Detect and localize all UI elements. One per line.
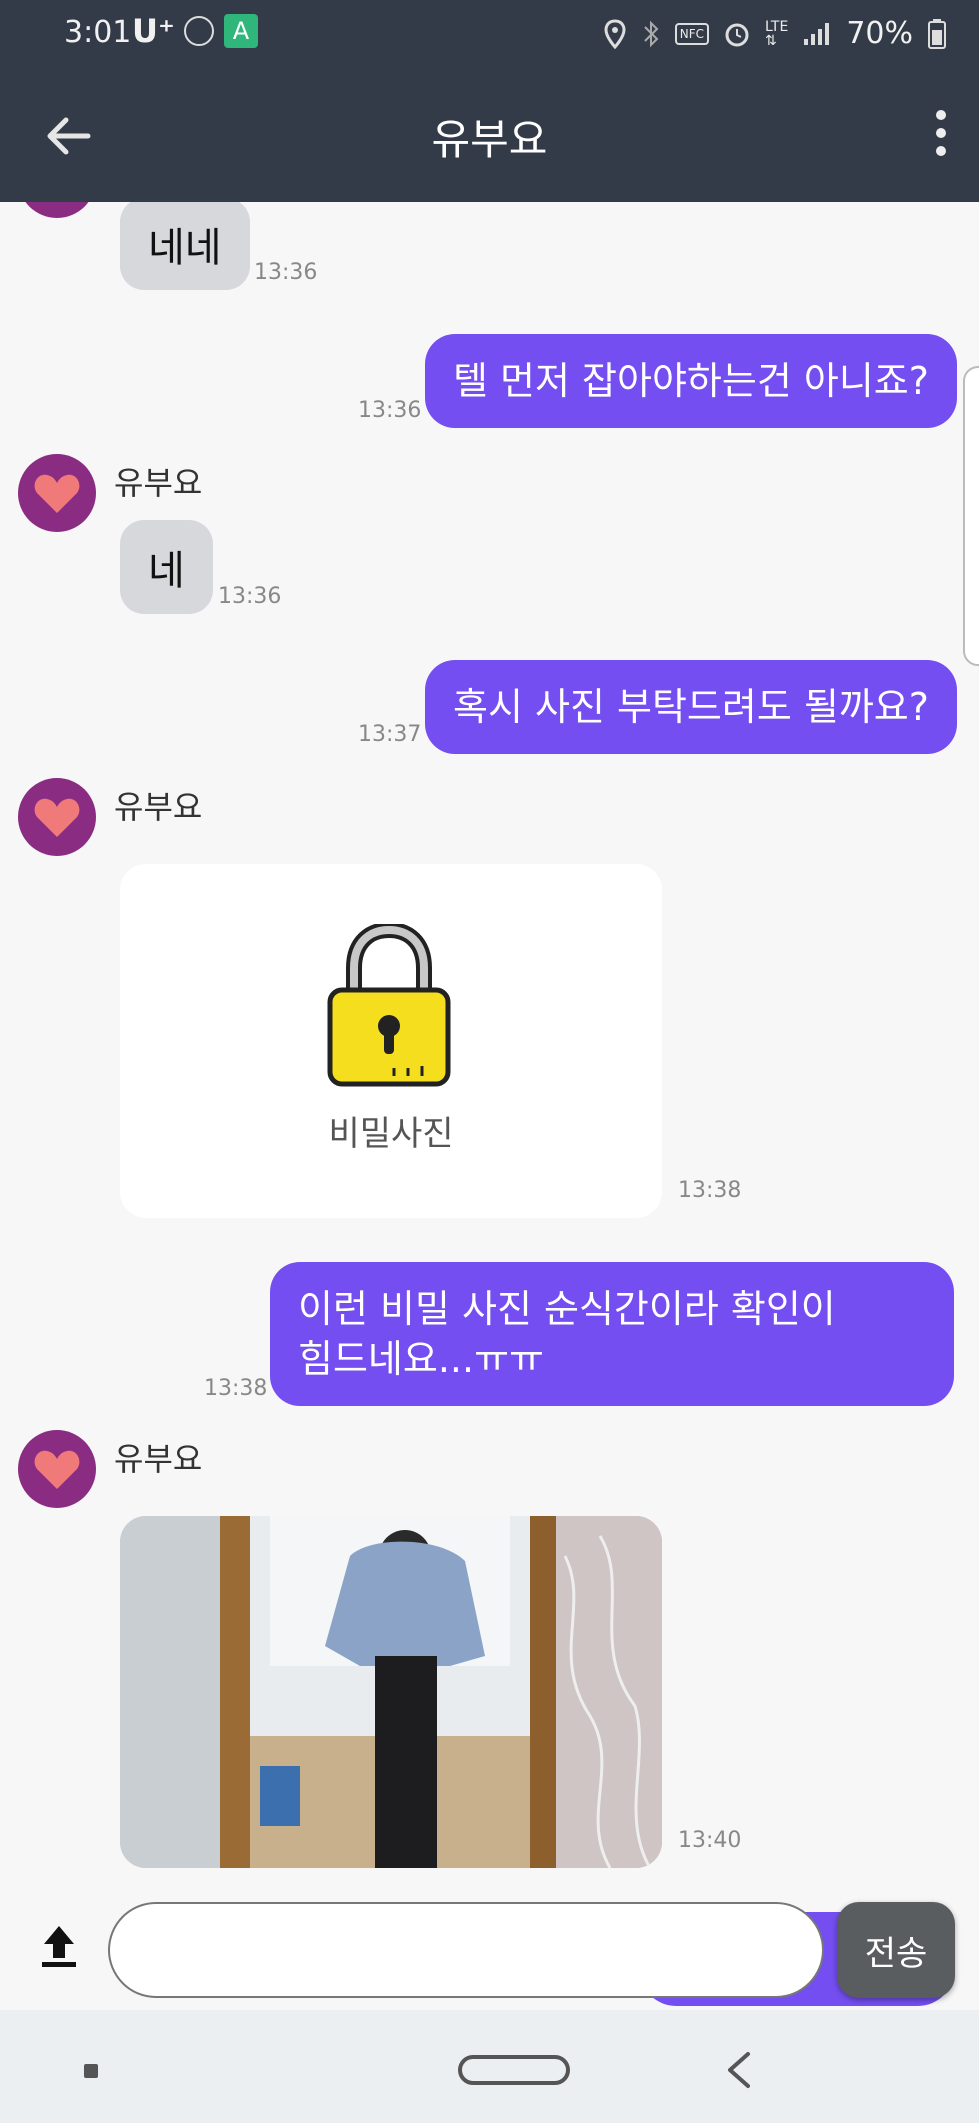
app-notification-icon: A — [224, 14, 258, 48]
status-bar: 3:01 U⁺ A NFC LTE ⇅ 70% — [0, 0, 979, 66]
avatar[interactable] — [18, 454, 96, 532]
message-list[interactable]: 네네 13:36 텔 먼저 잡아야하는건 아니죠? 13:36 유부요 네 13… — [0, 202, 979, 1902]
alarm-icon — [725, 23, 749, 46]
sender-name: 유부요 — [114, 464, 203, 502]
incoming-message: 네 — [120, 520, 213, 614]
message-input-bar: 전송 — [0, 1880, 979, 2010]
sender-name: 유부요 — [114, 1440, 203, 1478]
incoming-message: 네네 — [120, 202, 250, 290]
outgoing-message: 혹시 사진 부탁드려도 될까요? — [425, 660, 957, 754]
bluetooth-icon — [644, 20, 659, 47]
chat-header: 유부요 — [0, 66, 979, 202]
nav-back-icon[interactable] — [720, 2050, 760, 2090]
more-options-icon[interactable] — [931, 110, 951, 162]
sender-name: 유부요 — [114, 788, 203, 826]
message-line: 이런 비밀 사진 순식간이라 확인이 — [298, 1287, 836, 1331]
avatar[interactable] — [18, 778, 96, 856]
battery-percent: 70% — [846, 16, 913, 51]
system-nav-bar — [0, 2010, 979, 2123]
signal-icon — [804, 22, 830, 45]
message-time: 13:38 — [204, 1376, 268, 1401]
send-button[interactable]: 전송 — [837, 1902, 955, 1998]
photo-image — [120, 1516, 662, 1868]
secret-photo-card[interactable]: 비밀사진 — [120, 864, 662, 1218]
carrier-label: U⁺ — [132, 12, 175, 50]
lock-icon — [327, 924, 451, 1087]
app-root: 3:01 U⁺ A NFC LTE ⇅ 70% 유부요 네네 13:36 텔 먼저… — [0, 0, 979, 2123]
chat-title: 유부요 — [431, 115, 548, 164]
lte-icon: LTE ⇅ — [765, 18, 789, 49]
avatar[interactable] — [18, 202, 96, 218]
outgoing-message: 이런 비밀 사진 순식간이라 확인이 힘드네요...ㅠㅠ — [270, 1262, 954, 1406]
heart-icon — [34, 1450, 80, 1489]
message-line: 힘드네요...ㅠㅠ — [298, 1337, 544, 1381]
recent-apps-icon[interactable] — [84, 2064, 98, 2078]
battery-icon — [928, 18, 946, 49]
status-icons: NFC LTE ⇅ 70% — [603, 16, 947, 51]
side-panel-edge — [963, 366, 979, 666]
nfc-icon: NFC — [674, 22, 710, 45]
status-time: 3:01 — [64, 15, 132, 50]
message-time: 13:37 — [358, 722, 422, 747]
message-input[interactable] — [108, 1902, 824, 1998]
message-time: 13:36 — [218, 584, 282, 609]
heart-icon — [34, 798, 80, 837]
home-icon[interactable] — [458, 2055, 570, 2085]
walking-icon — [184, 16, 214, 46]
secret-photo-label: 비밀사진 — [328, 1114, 454, 1154]
message-time: 13:40 — [678, 1828, 742, 1853]
heart-icon — [34, 474, 80, 513]
message-time: 13:36 — [358, 398, 422, 423]
photo-message[interactable] — [120, 1516, 662, 1868]
message-time: 13:38 — [678, 1178, 742, 1203]
avatar[interactable] — [18, 1430, 96, 1508]
message-time: 13:36 — [254, 260, 318, 285]
upload-icon[interactable] — [38, 1922, 80, 1970]
outgoing-message: 텔 먼저 잡아야하는건 아니죠? — [425, 334, 957, 428]
location-icon — [604, 18, 626, 49]
